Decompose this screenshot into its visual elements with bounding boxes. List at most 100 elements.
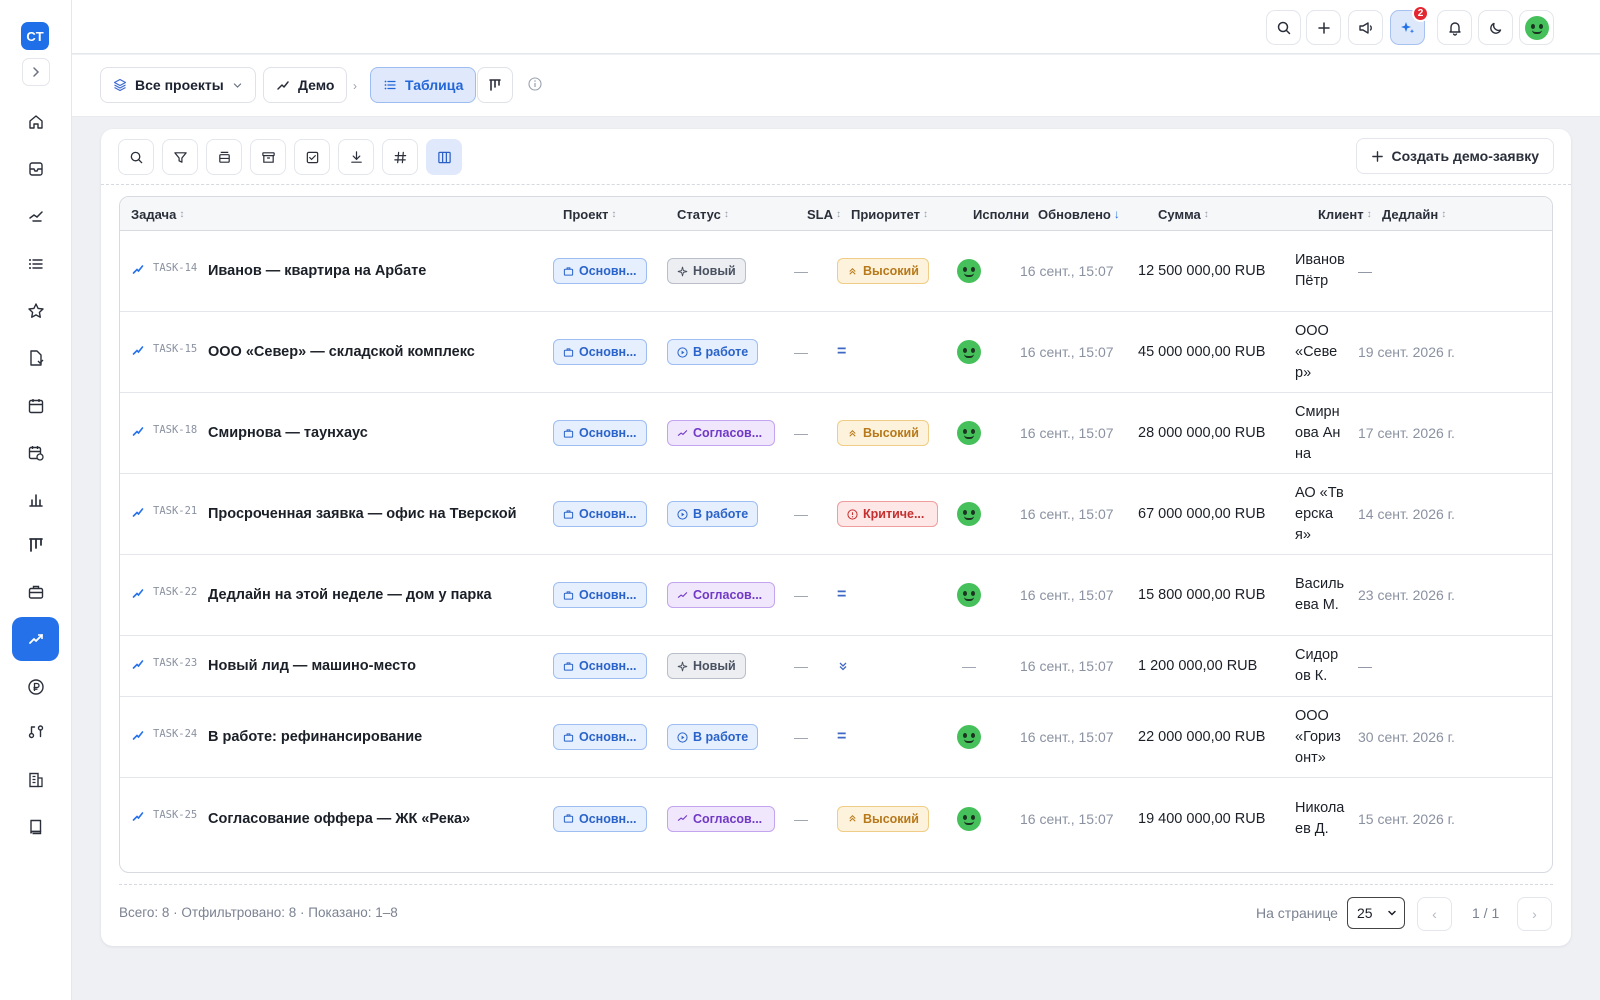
table-view-tab[interactable]: Таблица	[370, 67, 477, 103]
kanban-view-tab[interactable]	[477, 67, 513, 103]
column-header-deadline[interactable]: Дедлайн ↕	[1382, 197, 1446, 231]
table-row[interactable]: TASK-18 Смирнова — таунхаус Основн... Согла…	[120, 393, 1552, 474]
sidebar-item-bar-chart[interactable]	[12, 478, 59, 522]
sidebar-item-book[interactable]	[12, 805, 59, 849]
assignee-avatar[interactable]	[957, 502, 981, 526]
assignee-avatar[interactable]	[957, 806, 981, 831]
project-badge[interactable]: Основн...	[553, 501, 647, 527]
table-row[interactable]: TASK-21 Просроченная заявка — офис на Тве…	[120, 474, 1552, 555]
sidebar-item-briefcase[interactable]	[12, 570, 59, 614]
status-badge[interactable]: В работе	[667, 501, 759, 527]
app-logo[interactable]: CT	[21, 22, 49, 50]
column-header-project[interactable]: Проект ↕	[563, 197, 616, 231]
sidebar-item-calendar[interactable]	[12, 384, 59, 428]
table-row[interactable]: TASK-15 ООО «Север» — складской комплекс О…	[120, 312, 1552, 393]
column-header-sla[interactable]: SLA ↕	[807, 197, 841, 231]
table-row[interactable]: TASK-24 В работе: рефинансирование Основн.…	[120, 697, 1552, 778]
user-avatar-button[interactable]	[1519, 10, 1554, 45]
announcements-button[interactable]	[1348, 10, 1383, 45]
project-badge[interactable]: Основн...	[553, 805, 647, 832]
prev-page-button[interactable]: ‹	[1417, 897, 1452, 931]
task-title[interactable]: Иванов — квартира на Арбате	[208, 231, 426, 311]
sidebar-item-home[interactable]	[12, 100, 59, 144]
ai-assistant-button[interactable]: 2	[1390, 5, 1429, 45]
status-badge[interactable]: Новый	[667, 258, 746, 284]
expand-sidebar-button[interactable]	[22, 58, 50, 86]
status-badge[interactable]: В работе	[667, 724, 759, 750]
assignee-avatar[interactable]	[957, 583, 981, 607]
amount-value: 15 800 000,00 RUB	[1138, 587, 1266, 603]
sidebar-item-building[interactable]	[12, 758, 59, 802]
column-header-priority[interactable]: Приоритет ↕	[851, 197, 928, 231]
next-page-button[interactable]: ›	[1517, 897, 1552, 931]
project-badge[interactable]: Основн...	[553, 724, 647, 750]
filter-button[interactable]	[162, 139, 198, 175]
add-button[interactable]	[1306, 10, 1341, 45]
home-icon	[28, 115, 43, 129]
status-badge[interactable]: Согласов...	[667, 805, 775, 832]
client-value: Николаев Д.	[1295, 799, 1345, 837]
deal-icon	[132, 730, 144, 740]
column-header-amount[interactable]: Сумма ↕	[1158, 197, 1209, 231]
assignee-avatar[interactable]	[957, 340, 981, 364]
column-header-updated[interactable]: Обновлено ↓	[1038, 197, 1120, 231]
project-badge[interactable]: Основн...	[553, 653, 647, 679]
assignee-avatar[interactable]	[957, 725, 981, 749]
sidebar-item-list[interactable]	[12, 242, 59, 286]
status-badge[interactable]: Новый	[667, 653, 746, 679]
task-title[interactable]: В работе: рефинансирование	[208, 697, 422, 777]
task-title[interactable]: Новый лид — машино-место	[208, 636, 416, 696]
client-value: Сидоров К.	[1295, 647, 1339, 684]
sidebar-item-calendar-clock[interactable]	[12, 431, 59, 475]
sidebar-item-inbox[interactable]	[12, 147, 59, 191]
sidebar-item-kanban[interactable]	[12, 523, 59, 567]
per-page-select[interactable]: 25	[1347, 897, 1405, 929]
export-button[interactable]	[338, 139, 374, 175]
sidebar-item-workflow[interactable]	[12, 710, 59, 754]
group-button[interactable]	[206, 139, 242, 175]
assignee-avatar[interactable]	[957, 421, 981, 445]
status-badge[interactable]: Согласов...	[667, 582, 775, 608]
column-header-assignee[interactable]: Исполни	[973, 197, 1031, 231]
status-badge[interactable]: В работе	[667, 339, 759, 365]
project-badge[interactable]: Основн...	[553, 258, 647, 284]
notifications-button[interactable]	[1437, 10, 1472, 45]
archive-button[interactable]	[250, 139, 286, 175]
theme-toggle-button[interactable]	[1478, 10, 1513, 45]
project-badge[interactable]: Основн...	[553, 582, 647, 608]
select-button[interactable]	[294, 139, 330, 175]
table-search-button[interactable]	[118, 139, 154, 175]
table-row[interactable]: TASK-23 Новый лид — машино-место Основн...…	[120, 636, 1552, 697]
task-title[interactable]: Смирнова — таунхаус	[208, 393, 368, 473]
task-title[interactable]: Просроченная заявка — офис на Тверской	[208, 474, 517, 554]
amount-value: 28 000 000,00 RUB	[1138, 425, 1266, 441]
columns-button[interactable]	[426, 139, 462, 175]
column-header-task[interactable]: Задача ↕	[131, 197, 184, 231]
table-row[interactable]: TASK-22 Дедлайн на этой неделе — дом у па…	[120, 555, 1552, 636]
sidebar-item-document[interactable]	[12, 336, 59, 380]
task-title[interactable]: Дедлайн на этой неделе — дом у парка	[208, 555, 492, 635]
sidebar-item-star[interactable]	[12, 289, 59, 333]
updated-cell: 16 сент., 15:07	[1020, 393, 1114, 473]
projects-dropdown[interactable]: Все проекты	[100, 67, 256, 103]
column-header-client[interactable]: Клиент ↕	[1318, 197, 1372, 231]
task-title[interactable]: ООО «Север» — складской комплекс	[208, 312, 475, 392]
hash-button[interactable]	[382, 139, 418, 175]
info-icon[interactable]	[528, 77, 542, 91]
status-badge[interactable]: Согласов...	[667, 420, 775, 446]
project-badge[interactable]: Основн...	[553, 420, 647, 446]
project-badge[interactable]: Основн...	[553, 339, 647, 365]
sidebar-item-deals[interactable]	[12, 617, 59, 661]
table-row[interactable]: TASK-25 Согласование оффера — ЖК «Река» Ос…	[120, 778, 1552, 859]
demo-crumb[interactable]: Демо	[263, 67, 348, 103]
sidebar-item-handshake[interactable]	[12, 194, 59, 238]
column-header-status[interactable]: Статус ↕	[677, 197, 729, 231]
create-demo-request-button[interactable]: Создать демо-заявку	[1355, 138, 1554, 174]
chevrons-up-icon	[849, 267, 856, 275]
task-title[interactable]: Согласование оффера — ЖК «Река»	[208, 778, 470, 859]
assignee-avatar[interactable]	[957, 259, 981, 283]
priority-cell: =	[837, 555, 846, 635]
search-button[interactable]	[1266, 10, 1301, 45]
table-row[interactable]: TASK-14 Иванов — квартира на Арбате Основн…	[120, 231, 1552, 312]
sidebar-item-ruble[interactable]	[12, 665, 59, 709]
